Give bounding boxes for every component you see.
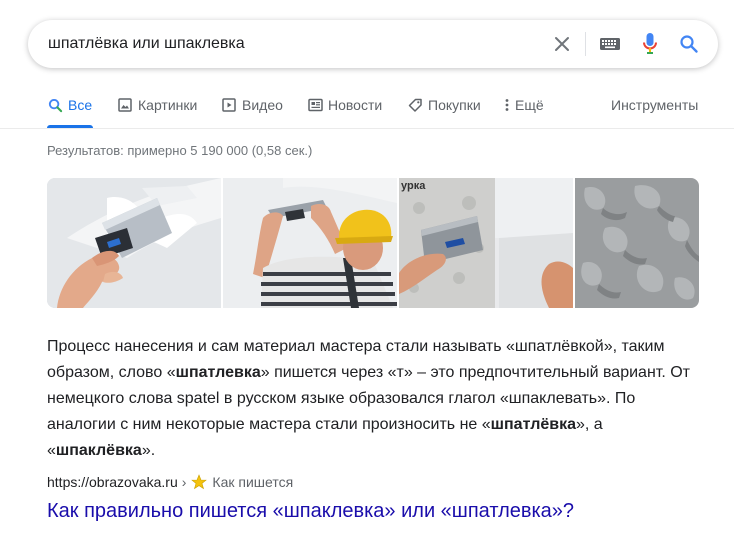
search-box[interactable] bbox=[28, 20, 718, 68]
tools-button[interactable]: Инструменты bbox=[611, 88, 698, 128]
image-thumbnail-texture[interactable] bbox=[575, 178, 699, 308]
result-stats: Результатов: примерно 5 190 000 (0,58 се… bbox=[47, 143, 313, 158]
search-icon[interactable] bbox=[677, 32, 701, 56]
search-icon bbox=[47, 97, 63, 113]
tab-shopping[interactable]: Покупки bbox=[407, 88, 481, 128]
result-cite[interactable]: https://obrazovaka.ru › Как пишется bbox=[47, 474, 293, 490]
snippet-line: Процесс нанесения и сам материал мастера… bbox=[47, 338, 665, 355]
result-title-link[interactable]: Как правильно пишется «шпаклевка» или «ш… bbox=[47, 498, 574, 524]
snippet-text: « bbox=[47, 442, 56, 459]
snippet-highlight: шпатлёвка bbox=[490, 416, 576, 433]
tab-news[interactable]: Новости bbox=[307, 88, 382, 128]
more-vert-icon bbox=[503, 97, 511, 113]
microphone-icon[interactable] bbox=[638, 32, 662, 56]
tab-label: Ещё bbox=[515, 97, 544, 113]
snippet-text: », а bbox=[576, 416, 603, 433]
tab-video[interactable]: Видео bbox=[221, 88, 283, 128]
news-icon bbox=[307, 97, 323, 113]
search-input[interactable] bbox=[48, 34, 548, 54]
tools-label: Инструменты bbox=[611, 97, 699, 113]
tab-more[interactable]: Ещё bbox=[503, 88, 544, 128]
tab-label: Все bbox=[68, 97, 93, 113]
tab-label: Покупки bbox=[428, 97, 481, 113]
close-icon[interactable] bbox=[550, 32, 574, 56]
search-tabs: Все Картинки Видео Новости Покупки Ещё И… bbox=[0, 88, 734, 128]
snippet-highlight: шпаклёвка bbox=[55, 442, 142, 459]
image-thumbnail-worker[interactable] bbox=[223, 178, 397, 308]
tab-label: Новости bbox=[328, 97, 383, 113]
breadcrumb-separator: › bbox=[181, 474, 187, 490]
image-icon bbox=[117, 97, 133, 113]
featured-snippet: Процесс нанесения и сам материал мастера… bbox=[47, 334, 707, 464]
breadcrumb: Как пишется bbox=[212, 474, 294, 490]
star-icon bbox=[191, 474, 208, 490]
tag-icon bbox=[407, 97, 423, 113]
snippet-text: » пишется через «т» – это предпочтительн… bbox=[260, 364, 690, 381]
result-url[interactable]: https://obrazovaka.ru bbox=[47, 474, 178, 490]
snippet-text: образом, слово « bbox=[47, 364, 176, 381]
tabs-divider bbox=[0, 128, 734, 129]
snippet-line: немецкого слова spatel в русском языке о… bbox=[47, 390, 636, 407]
snippet-text: ». bbox=[141, 442, 156, 459]
search-divider bbox=[585, 32, 586, 56]
keyboard-icon[interactable] bbox=[598, 32, 622, 56]
tab-label: Картинки bbox=[138, 97, 198, 113]
tab-images[interactable]: Картинки bbox=[117, 88, 197, 128]
image-caption: урка bbox=[401, 180, 426, 192]
tab-all[interactable]: Все bbox=[47, 88, 93, 128]
tab-label: Видео bbox=[242, 97, 283, 113]
snippet-text: аналогии с ним некоторые мастера стали п… bbox=[47, 416, 491, 433]
video-icon bbox=[221, 97, 237, 113]
image-strip: урка bbox=[47, 178, 699, 308]
image-thumbnail-trowel[interactable]: урка bbox=[399, 178, 573, 308]
snippet-highlight: шпатлевка bbox=[175, 364, 261, 381]
image-thumbnail-spatula[interactable] bbox=[47, 178, 221, 308]
